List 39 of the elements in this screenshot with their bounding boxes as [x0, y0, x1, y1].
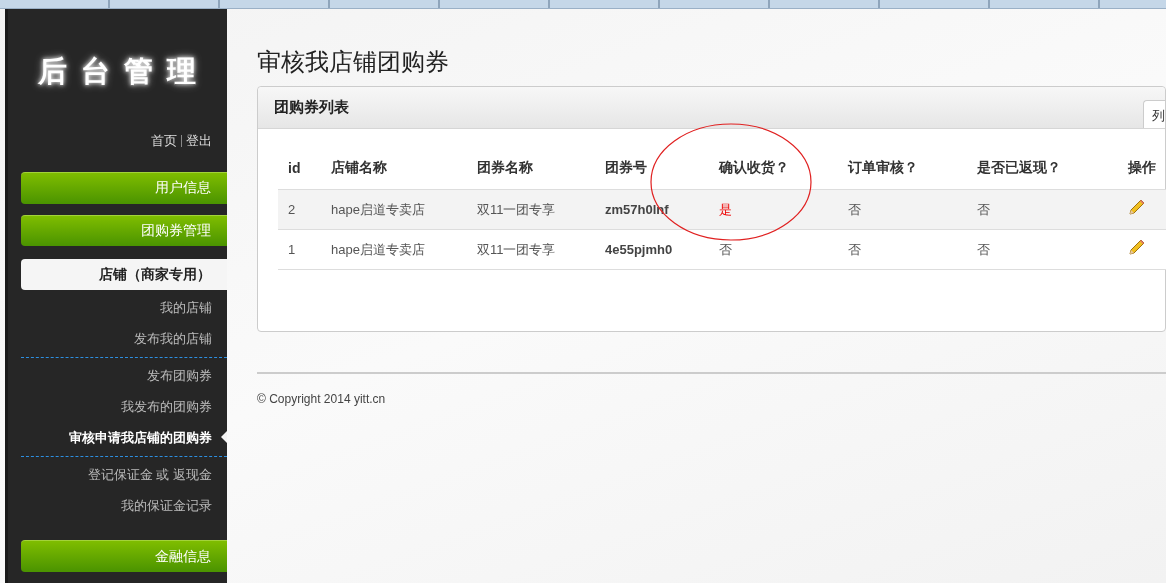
table-cell: 双11一团专享 — [467, 189, 595, 230]
sidebar-title: 后台管理 — [38, 53, 211, 90]
table-row[interactable]: 1 hape启道专卖店 双11一团专享 4e55pjmh0 否 否 否 — [278, 229, 1166, 270]
table-cell: 否 — [838, 189, 967, 230]
page-title: 审核我店铺团购券 — [257, 47, 450, 78]
column-header: 店铺名称 — [321, 147, 467, 190]
panel-tab[interactable]: 列 — [1143, 99, 1165, 128]
column-header: 操作 — [1118, 147, 1166, 190]
menu-item[interactable]: 发布我的店铺 — [21, 323, 227, 355]
header-link[interactable]: 登出 — [186, 132, 212, 150]
menu-item[interactable]: 登记保证金 或 返现金 — [21, 459, 227, 491]
pencil-icon[interactable] — [1128, 199, 1145, 216]
copyright: © Copyright 2014 yitt.cn — [257, 372, 1166, 406]
table-cell: hape启道专卖店 — [321, 229, 467, 270]
panel-title: 团购券列表 — [274, 98, 349, 117]
column-header: 团券名称 — [467, 147, 595, 190]
table-cell: 1 — [278, 229, 321, 270]
column-header: 确认收货？ — [709, 147, 838, 190]
header-link[interactable]: 首页 — [151, 132, 177, 150]
column-header: 是否已返现？ — [967, 147, 1118, 190]
table-cell: 否 — [967, 189, 1118, 230]
table-cell: 2 — [278, 189, 321, 230]
menu-item[interactable]: 发布团购券 — [21, 360, 227, 392]
menu-item[interactable]: 我的店铺 — [21, 292, 227, 324]
menu-item[interactable]: 我发布的团购券 — [21, 391, 227, 423]
menu-section-header[interactable]: 店铺（商家专用） — [21, 259, 227, 291]
menu-item[interactable]: 审核申请我店铺的团购券 — [21, 422, 227, 454]
table-cell: 否 — [967, 229, 1118, 270]
column-header: id — [278, 147, 321, 190]
pencil-icon[interactable] — [1128, 239, 1145, 256]
table-cell: 否 — [838, 229, 967, 270]
menu-item[interactable]: 我的保证金记录 — [21, 490, 227, 522]
table-cell: 是 — [709, 189, 838, 230]
table-cell: 双11一团专享 — [467, 229, 595, 270]
table-cell: 否 — [709, 229, 838, 270]
column-header: 团券号 — [595, 147, 709, 190]
table-cell: 4e55pjmh0 — [595, 229, 709, 270]
column-header: 订单审核？ — [838, 147, 967, 190]
table-cell: hape启道专卖店 — [321, 189, 467, 230]
